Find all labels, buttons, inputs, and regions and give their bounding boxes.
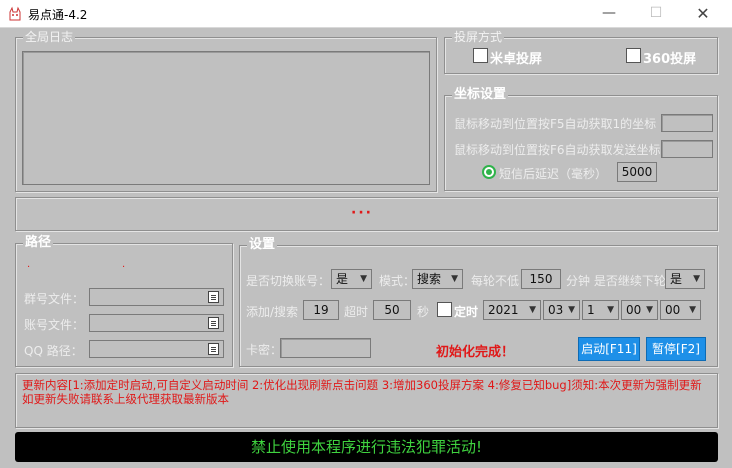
year-select[interactable]: 2021 ▼ (483, 300, 541, 320)
log-textarea[interactable] (22, 51, 430, 185)
p360-cast-label: 360投屏 (643, 52, 697, 67)
minute-continue-label: 分钟 是否继续下轮 (566, 274, 666, 288)
delay-input[interactable]: 5000 (617, 162, 657, 182)
timer-checkbox[interactable] (437, 302, 452, 317)
coord1-input[interactable] (661, 114, 713, 132)
mode-label: 模式： (379, 274, 416, 288)
android-cast-checkbox[interactable] (473, 48, 488, 63)
card-input[interactable] (280, 338, 371, 358)
file-browse-icon[interactable] (208, 343, 219, 355)
hour-select[interactable]: 00 ▼ (621, 300, 658, 320)
path-legend: 路径 (23, 235, 54, 250)
coord2-input[interactable] (661, 140, 713, 158)
timeout-input[interactable]: 50 (373, 300, 411, 320)
footer-warning: 禁止使用本程序进行违法犯罪活动! (15, 432, 718, 462)
update-notice: 更新内容[1:添加定时启动,可自定义启动时间 2:优化出现刷新点击问题 3:增加… (22, 378, 702, 406)
group-file-label: 群号文件： (24, 292, 85, 306)
chevron-down-icon: ▼ (689, 305, 696, 315)
status-strip: ··· (15, 197, 718, 231)
seconds-label: 秒 (417, 305, 430, 319)
close-button[interactable]: ✕ (680, 0, 726, 28)
path-mark-1: · (27, 262, 31, 273)
add-search-input[interactable]: 19 (303, 300, 339, 320)
continue-select[interactable]: 是 ▼ (665, 269, 705, 289)
pause-button[interactable]: 暂停[F2] (646, 337, 706, 361)
start-button[interactable]: 启动[F11] (578, 337, 640, 361)
qq-path-label: QQ 路径： (24, 344, 83, 358)
coords-legend: 坐标设置 (452, 87, 509, 102)
delay-label: 短信后延迟（毫秒） (499, 167, 608, 181)
chevron-down-icon: ▼ (360, 274, 367, 284)
p360-cast-checkbox[interactable] (626, 48, 641, 63)
title-bar[interactable]: 易点通-4.2 — ☐ ✕ (0, 0, 732, 28)
coords-group: 坐标设置 鼠标移动到位置按F5自动获取1的坐标 鼠标移动到位置按F6自动获取发送… (444, 88, 718, 191)
add-search-label: 添加/搜索 (246, 305, 299, 319)
qq-path-input[interactable] (89, 340, 224, 358)
file-browse-icon[interactable] (208, 317, 219, 329)
chevron-down-icon: ▼ (529, 305, 536, 315)
mode-select[interactable]: 搜索 ▼ (412, 269, 463, 289)
minute-select[interactable]: 00 ▼ (660, 300, 701, 320)
timer-label: 定时 (454, 305, 479, 319)
coord1-label: 鼠标移动到位置按F5自动获取1的坐标 (454, 117, 657, 131)
minimize-button[interactable]: — (586, 0, 632, 28)
path-group: 路径 · · 群号文件： 账号文件： QQ 路径： (15, 236, 233, 367)
chevron-down-icon: ▼ (451, 274, 458, 284)
month-select[interactable]: 03 ▼ (543, 300, 580, 320)
settings-legend: 设置 (247, 237, 278, 252)
chevron-down-icon: ▼ (646, 305, 653, 315)
notice-box: 更新内容[1:添加定时启动,可自定义启动时间 2:优化出现刷新点击问题 3:增加… (15, 373, 718, 428)
account-file-label: 账号文件： (24, 318, 85, 332)
chevron-down-icon: ▼ (568, 305, 575, 315)
maximize-button[interactable]: ☐ (633, 0, 679, 28)
group-file-input[interactable] (89, 288, 224, 306)
android-cast-label: 米卓投屏 (490, 52, 543, 67)
log-group: 全局日志 (15, 30, 437, 192)
chevron-down-icon: ▼ (693, 274, 700, 284)
cast-legend: 投屏方式 (452, 30, 505, 44)
status-dots: ··· (351, 205, 373, 221)
switch-account-label: 是否切换账号： (246, 274, 331, 288)
window-title: 易点通-4.2 (28, 8, 88, 22)
chevron-down-icon: ▼ (607, 305, 614, 315)
cast-method-group: 投屏方式 米卓投屏 360投屏 (444, 30, 718, 74)
account-file-input[interactable] (89, 314, 224, 332)
card-row: 卡密： 初始化完成！ 启动[F11] 暂停[F2] (239, 331, 718, 367)
timeout-label: 超时 (344, 305, 369, 319)
file-browse-icon[interactable] (208, 291, 219, 303)
log-legend: 全局日志 (23, 30, 76, 44)
per-round-label: 每轮不低 (471, 274, 520, 288)
per-round-input[interactable]: 150 (521, 269, 561, 289)
day-select[interactable]: 1 ▼ (582, 300, 619, 320)
card-label: 卡密： (246, 343, 283, 357)
init-status: 初始化完成！ (436, 345, 515, 360)
path-mark-2: · (122, 262, 126, 273)
delay-radio[interactable] (482, 165, 496, 179)
switch-account-select[interactable]: 是 ▼ (331, 269, 372, 289)
app-logo-icon (9, 6, 21, 21)
coord2-label: 鼠标移动到位置按F6自动获取发送坐标 (454, 143, 661, 157)
